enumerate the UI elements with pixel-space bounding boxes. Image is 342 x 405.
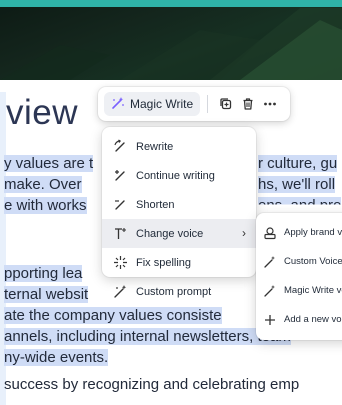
text-line[interactable]: e with works [4, 195, 87, 216]
brand-voice-icon [262, 225, 278, 241]
text-line[interactable]: make. Over [4, 174, 82, 195]
submenu-item-label: Magic Write voice [284, 285, 342, 296]
submenu-item-magic-write-voice[interactable]: Magic Write voice [256, 276, 342, 305]
submenu-item-custom-voice[interactable]: Custom Voice [256, 247, 342, 276]
menu-item-label: Change voice [136, 227, 204, 240]
toolbar-divider [207, 95, 209, 113]
text-line[interactable]: pporting lea [4, 263, 83, 284]
custom-prompt-icon [111, 283, 129, 301]
menu-item-label: Custom prompt [136, 285, 212, 298]
menu-item-label: Continue writing [136, 169, 215, 182]
menu-item-fix-spelling[interactable]: Fix spelling [102, 248, 256, 277]
text-line[interactable]: success by recognizing and celebrating e… [4, 374, 299, 395]
change-voice-icon [111, 225, 129, 243]
text-fragment[interactable]: r culture, gu [258, 153, 338, 174]
submenu-item-label: Custom Voice [284, 256, 342, 267]
more-icon[interactable] [259, 92, 281, 116]
magic-wand-icon [262, 283, 278, 299]
change-voice-submenu: Apply brand voice Custom Voice Magic Wri… [256, 213, 342, 340]
submenu-item-apply-brand-voice[interactable]: Apply brand voice [256, 218, 342, 247]
magic-write-icon [111, 96, 125, 113]
plus-icon [262, 312, 278, 328]
fix-spelling-icon [111, 254, 129, 272]
menu-item-rewrite[interactable]: Rewrite [102, 132, 256, 161]
header-image [0, 0, 342, 80]
text-line[interactable]: annels, including internal newsletters, … [4, 326, 291, 347]
text-fragment[interactable]: hs, we'll roll [258, 174, 336, 195]
submenu-item-label: Add a new voice [284, 314, 342, 325]
menu-item-custom-prompt[interactable]: Custom prompt [102, 277, 256, 306]
shorten-icon [111, 196, 129, 214]
continue-writing-icon [111, 167, 129, 185]
menu-item-label: Rewrite [136, 140, 174, 153]
text-line[interactable]: ate the company values consiste [4, 305, 222, 326]
chevron-right-icon: › [242, 226, 246, 240]
floating-toolbar: Magic Write [98, 87, 290, 121]
magic-write-label: Magic Write [130, 97, 194, 111]
menu-item-label: Shorten [136, 198, 175, 211]
text-line[interactable]: y values are t [4, 153, 94, 174]
trash-icon[interactable] [237, 92, 259, 116]
menu-item-label: Fix spelling [136, 256, 192, 269]
text-line[interactable]: ternal websit [4, 284, 89, 305]
menu-item-change-voice[interactable]: Change voice › [102, 219, 256, 248]
magic-write-menu: Rewrite Continue writing Shorten Change … [102, 127, 256, 298]
magic-wand-icon [262, 254, 278, 270]
menu-item-continue-writing[interactable]: Continue writing [102, 161, 256, 190]
submenu-item-add-new-voice[interactable]: Add a new voice [256, 305, 342, 334]
duplicate-icon[interactable] [215, 92, 237, 116]
leaf-graphic [0, 8, 342, 80]
magic-write-button[interactable]: Magic Write [104, 92, 201, 116]
rewrite-icon [111, 138, 129, 156]
submenu-item-label: Apply brand voice [284, 227, 342, 238]
menu-item-shorten[interactable]: Shorten [102, 190, 256, 219]
text-line[interactable]: ny-wide events. [4, 347, 109, 368]
page-title: view [6, 93, 79, 132]
